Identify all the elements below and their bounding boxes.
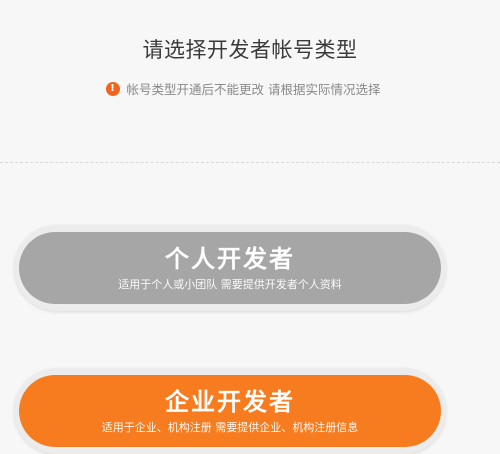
page-header: 请选择开发者帐号类型 ! 帐号类型开通后不能更改 请根据实际情况选择 — [0, 0, 500, 162]
enterprise-developer-option: 企业开发者 适用于企业、机构注册 需要提供企业、机构注册信息 — [14, 368, 446, 454]
enterprise-developer-button[interactable]: 企业开发者 适用于企业、机构注册 需要提供企业、机构注册信息 — [19, 375, 441, 447]
enterprise-developer-subtitle: 适用于企业、机构注册 需要提供企业、机构注册信息 — [101, 421, 359, 434]
personal-developer-title: 个人开发者 — [165, 245, 295, 273]
notice-text: 帐号类型开通后不能更改 请根据实际情况选择 — [126, 82, 381, 97]
personal-developer-button[interactable]: 个人开发者 适用于个人或小团队 需要提供开发者个人资料 — [19, 232, 441, 304]
personal-developer-option: 个人开发者 适用于个人或小团队 需要提供开发者个人资料 — [14, 225, 446, 311]
warning-icon: ! — [105, 81, 120, 96]
divider — [0, 162, 500, 163]
personal-developer-subtitle: 适用于个人或小团队 需要提供开发者个人资料 — [118, 278, 342, 291]
notice-bar: ! 帐号类型开通后不能更改 请根据实际情况选择 — [0, 79, 500, 98]
enterprise-developer-title: 企业开发者 — [165, 388, 295, 416]
page-title: 请选择开发者帐号类型 — [142, 38, 358, 62]
